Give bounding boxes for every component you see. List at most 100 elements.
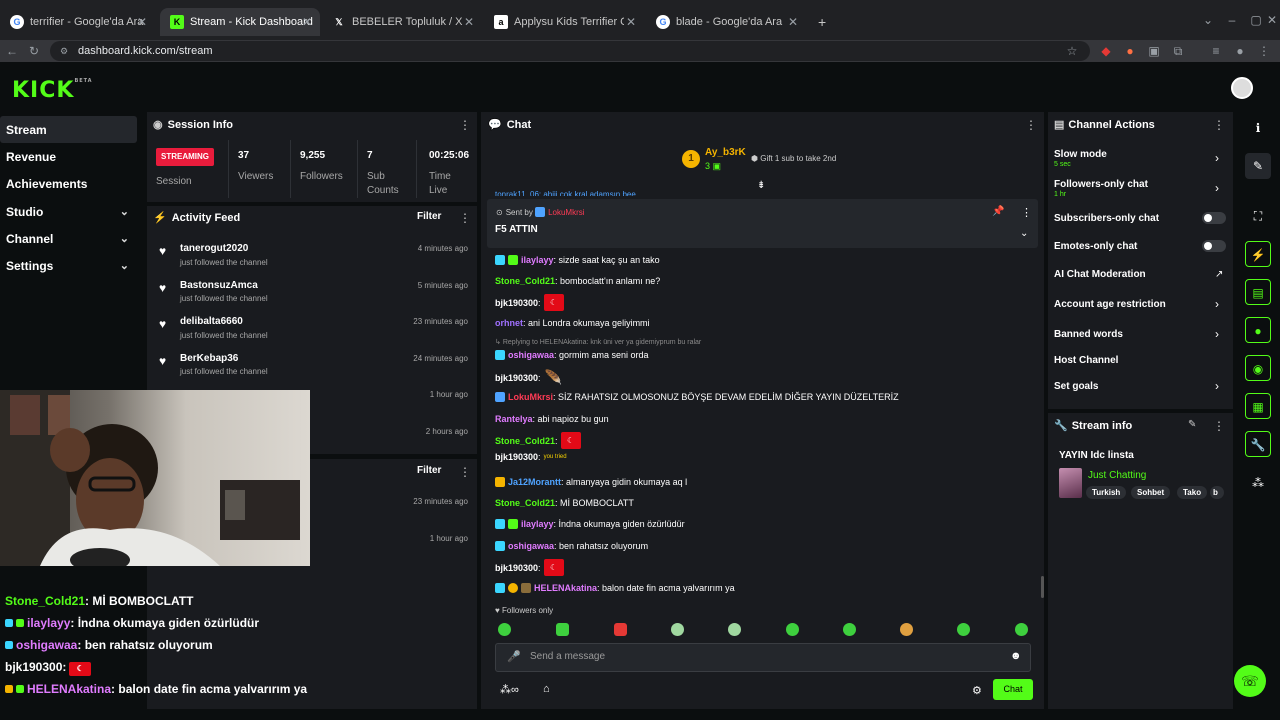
chat-scrollbar[interactable] bbox=[1041, 576, 1044, 598]
follower-name[interactable]: tanerogut2020 bbox=[180, 243, 248, 254]
browser-tab[interactable]: a Applysu Kids Terrifier Costume ✕ bbox=[484, 8, 644, 36]
collapse-icon[interactable]: ⇟ bbox=[757, 180, 765, 191]
close-tab-icon[interactable]: ✕ bbox=[464, 15, 474, 29]
back-icon[interactable]: ← bbox=[4, 43, 20, 59]
browser-menu-icon[interactable]: ⋮ bbox=[1256, 43, 1272, 59]
chat-username[interactable]: bjk190300 bbox=[495, 298, 538, 308]
fullscreen-icon[interactable]: ⛶ bbox=[1245, 203, 1271, 229]
chat-username[interactable]: Stone_Cold21 bbox=[495, 436, 555, 446]
sidebar-item-settings[interactable]: Settings ⌄ bbox=[0, 252, 137, 279]
emote-icon[interactable] bbox=[1015, 623, 1028, 636]
more-options-icon[interactable]: ⋮ bbox=[1213, 419, 1225, 433]
stream-tag[interactable]: Turkish bbox=[1086, 486, 1127, 499]
sidebar-item-revenue[interactable]: Revenue bbox=[0, 143, 137, 170]
minimize-icon[interactable]: – bbox=[1224, 12, 1240, 28]
users-icon[interactable]: ⁂ bbox=[1245, 470, 1271, 496]
chat-username[interactable]: Stone_Cold21 bbox=[495, 498, 555, 508]
maximize-icon[interactable]: ▢ bbox=[1248, 12, 1264, 28]
stream-tag[interactable]: Tako bbox=[1177, 486, 1208, 499]
url-text[interactable]: dashboard.kick.com/stream bbox=[78, 40, 213, 62]
layout-icon[interactable]: ▦ bbox=[1245, 393, 1271, 419]
emote-icon[interactable] bbox=[957, 623, 970, 636]
media-icon[interactable]: ≡ bbox=[1208, 43, 1224, 59]
pin-icon[interactable]: 📌 bbox=[992, 206, 1004, 217]
clipboard-icon[interactable]: ▤ bbox=[1245, 279, 1271, 305]
emote-icon[interactable] bbox=[900, 623, 913, 636]
send-chat-button[interactable]: Chat bbox=[993, 679, 1033, 700]
broadcast-icon[interactable]: ◉ bbox=[1245, 355, 1271, 381]
user-avatar[interactable] bbox=[1231, 77, 1253, 99]
sidebar-item-channel[interactable]: Channel ⌄ bbox=[0, 225, 137, 252]
chat-username[interactable]: Rantelya bbox=[495, 414, 533, 424]
close-tab-icon[interactable]: ✕ bbox=[626, 15, 636, 29]
emote-icon[interactable] bbox=[556, 623, 569, 636]
chat-username[interactable]: oshigawaa bbox=[508, 350, 554, 360]
category-thumbnail[interactable] bbox=[1059, 468, 1082, 498]
sidebar-item-stream[interactable]: Stream bbox=[0, 116, 137, 143]
new-tab-button[interactable]: + bbox=[808, 8, 832, 36]
lightning-icon[interactable]: ⚡ bbox=[1245, 241, 1271, 267]
chat-icon[interactable]: ● bbox=[1245, 317, 1271, 343]
profile-icon[interactable]: ● bbox=[1232, 43, 1248, 59]
extension-icon[interactable]: ▣ bbox=[1146, 43, 1162, 59]
follower-name[interactable]: BastonsuzAmca bbox=[180, 280, 258, 291]
ai-moderation-setting[interactable]: AI Chat Moderation bbox=[1054, 269, 1146, 280]
chevron-right-icon[interactable]: › bbox=[1215, 181, 1219, 195]
more-options-icon[interactable]: ⋮ bbox=[459, 211, 471, 225]
info-icon[interactable]: ℹ bbox=[1245, 115, 1271, 141]
browser-tab[interactable]: G terrifier - Google'da Ara ✕ bbox=[0, 8, 155, 36]
chevron-right-icon[interactable]: › bbox=[1215, 379, 1219, 393]
banned-words-setting[interactable]: Banned words bbox=[1054, 329, 1123, 340]
subscribers-only-toggle[interactable] bbox=[1202, 212, 1226, 224]
pinned-username[interactable]: LokuMkrsi bbox=[548, 208, 584, 217]
sidebar-item-achievements[interactable]: Achievements bbox=[0, 170, 137, 197]
stream-tag[interactable]: Sohbet bbox=[1131, 486, 1171, 499]
emote-icon[interactable] bbox=[671, 623, 684, 636]
browser-tab-active[interactable]: K Stream - Kick Dashboard ✕ bbox=[160, 8, 320, 36]
emoji-icon[interactable]: ☻ bbox=[1010, 650, 1022, 662]
browser-tab[interactable]: 𝕏 BEBELER Topluluk / X ✕ bbox=[322, 8, 482, 36]
emote-icon[interactable] bbox=[498, 623, 511, 636]
chat-username[interactable]: oshigawaa bbox=[508, 541, 554, 551]
chat-username[interactable]: Ja12Morantt bbox=[508, 477, 561, 487]
chat-username[interactable]: LokuMkrsi bbox=[508, 392, 553, 402]
emote-icon[interactable] bbox=[843, 623, 856, 636]
follower-name[interactable]: delibalta6660 bbox=[180, 316, 243, 327]
emotes-only-toggle[interactable] bbox=[1202, 240, 1226, 252]
close-tab-icon[interactable]: ✕ bbox=[788, 15, 798, 29]
site-info-icon[interactable]: ⚙ bbox=[56, 43, 72, 59]
category-link[interactable]: Just Chatting bbox=[1088, 470, 1146, 481]
store-icon[interactable]: ⌂ bbox=[543, 683, 550, 695]
leader-name[interactable]: Ay_b3rK bbox=[705, 147, 746, 158]
external-link-icon[interactable]: ↗ bbox=[1215, 269, 1223, 280]
chat-username[interactable]: bjk190300 bbox=[495, 563, 538, 573]
mic-icon[interactable]: 🎤 bbox=[507, 650, 521, 663]
wrench-icon[interactable]: 🔧 bbox=[1245, 431, 1271, 457]
stream-tag[interactable]: b bbox=[1210, 486, 1224, 499]
gift-prompt[interactable]: ⬢ Gift 1 sub to take 2nd bbox=[751, 154, 836, 163]
chat-username[interactable]: HELENAkatina bbox=[534, 583, 597, 593]
host-channel-setting[interactable]: Host Channel bbox=[1054, 355, 1118, 366]
emote-icon[interactable] bbox=[614, 623, 627, 636]
extension-icon[interactable]: ● bbox=[1122, 43, 1138, 59]
filter-button[interactable]: Filter bbox=[417, 211, 441, 222]
followers-only-setting[interactable]: Followers-only chat bbox=[1054, 179, 1148, 190]
set-goals-setting[interactable]: Set goals bbox=[1054, 381, 1098, 392]
close-tab-icon[interactable]: ✕ bbox=[137, 15, 147, 29]
follower-name[interactable]: BerKebap36 bbox=[180, 353, 238, 364]
emote-icon[interactable] bbox=[786, 623, 799, 636]
chevron-right-icon[interactable]: › bbox=[1215, 151, 1219, 165]
chevron-down-icon[interactable]: ⌄ bbox=[1020, 228, 1028, 239]
chat-username[interactable]: Stone_Cold21 bbox=[495, 276, 555, 286]
kick-logo[interactable]: KICKBETA bbox=[12, 78, 93, 103]
more-options-icon[interactable]: ⋮ bbox=[1025, 118, 1037, 132]
more-options-icon[interactable]: ⋮ bbox=[1213, 118, 1225, 132]
reload-icon[interactable]: ↻ bbox=[26, 43, 42, 59]
tab-search-icon[interactable]: ⌄ bbox=[1200, 12, 1216, 28]
more-options-icon[interactable]: ⋮ bbox=[459, 118, 471, 132]
edit-pencil-icon[interactable]: ✎ bbox=[1188, 419, 1196, 430]
slow-mode-setting[interactable]: Slow mode bbox=[1054, 149, 1107, 160]
chat-username[interactable]: bjk190300 bbox=[495, 452, 538, 462]
edit-icon[interactable]: ✎ bbox=[1245, 153, 1271, 179]
chat-username[interactable]: orhnet bbox=[495, 318, 523, 328]
